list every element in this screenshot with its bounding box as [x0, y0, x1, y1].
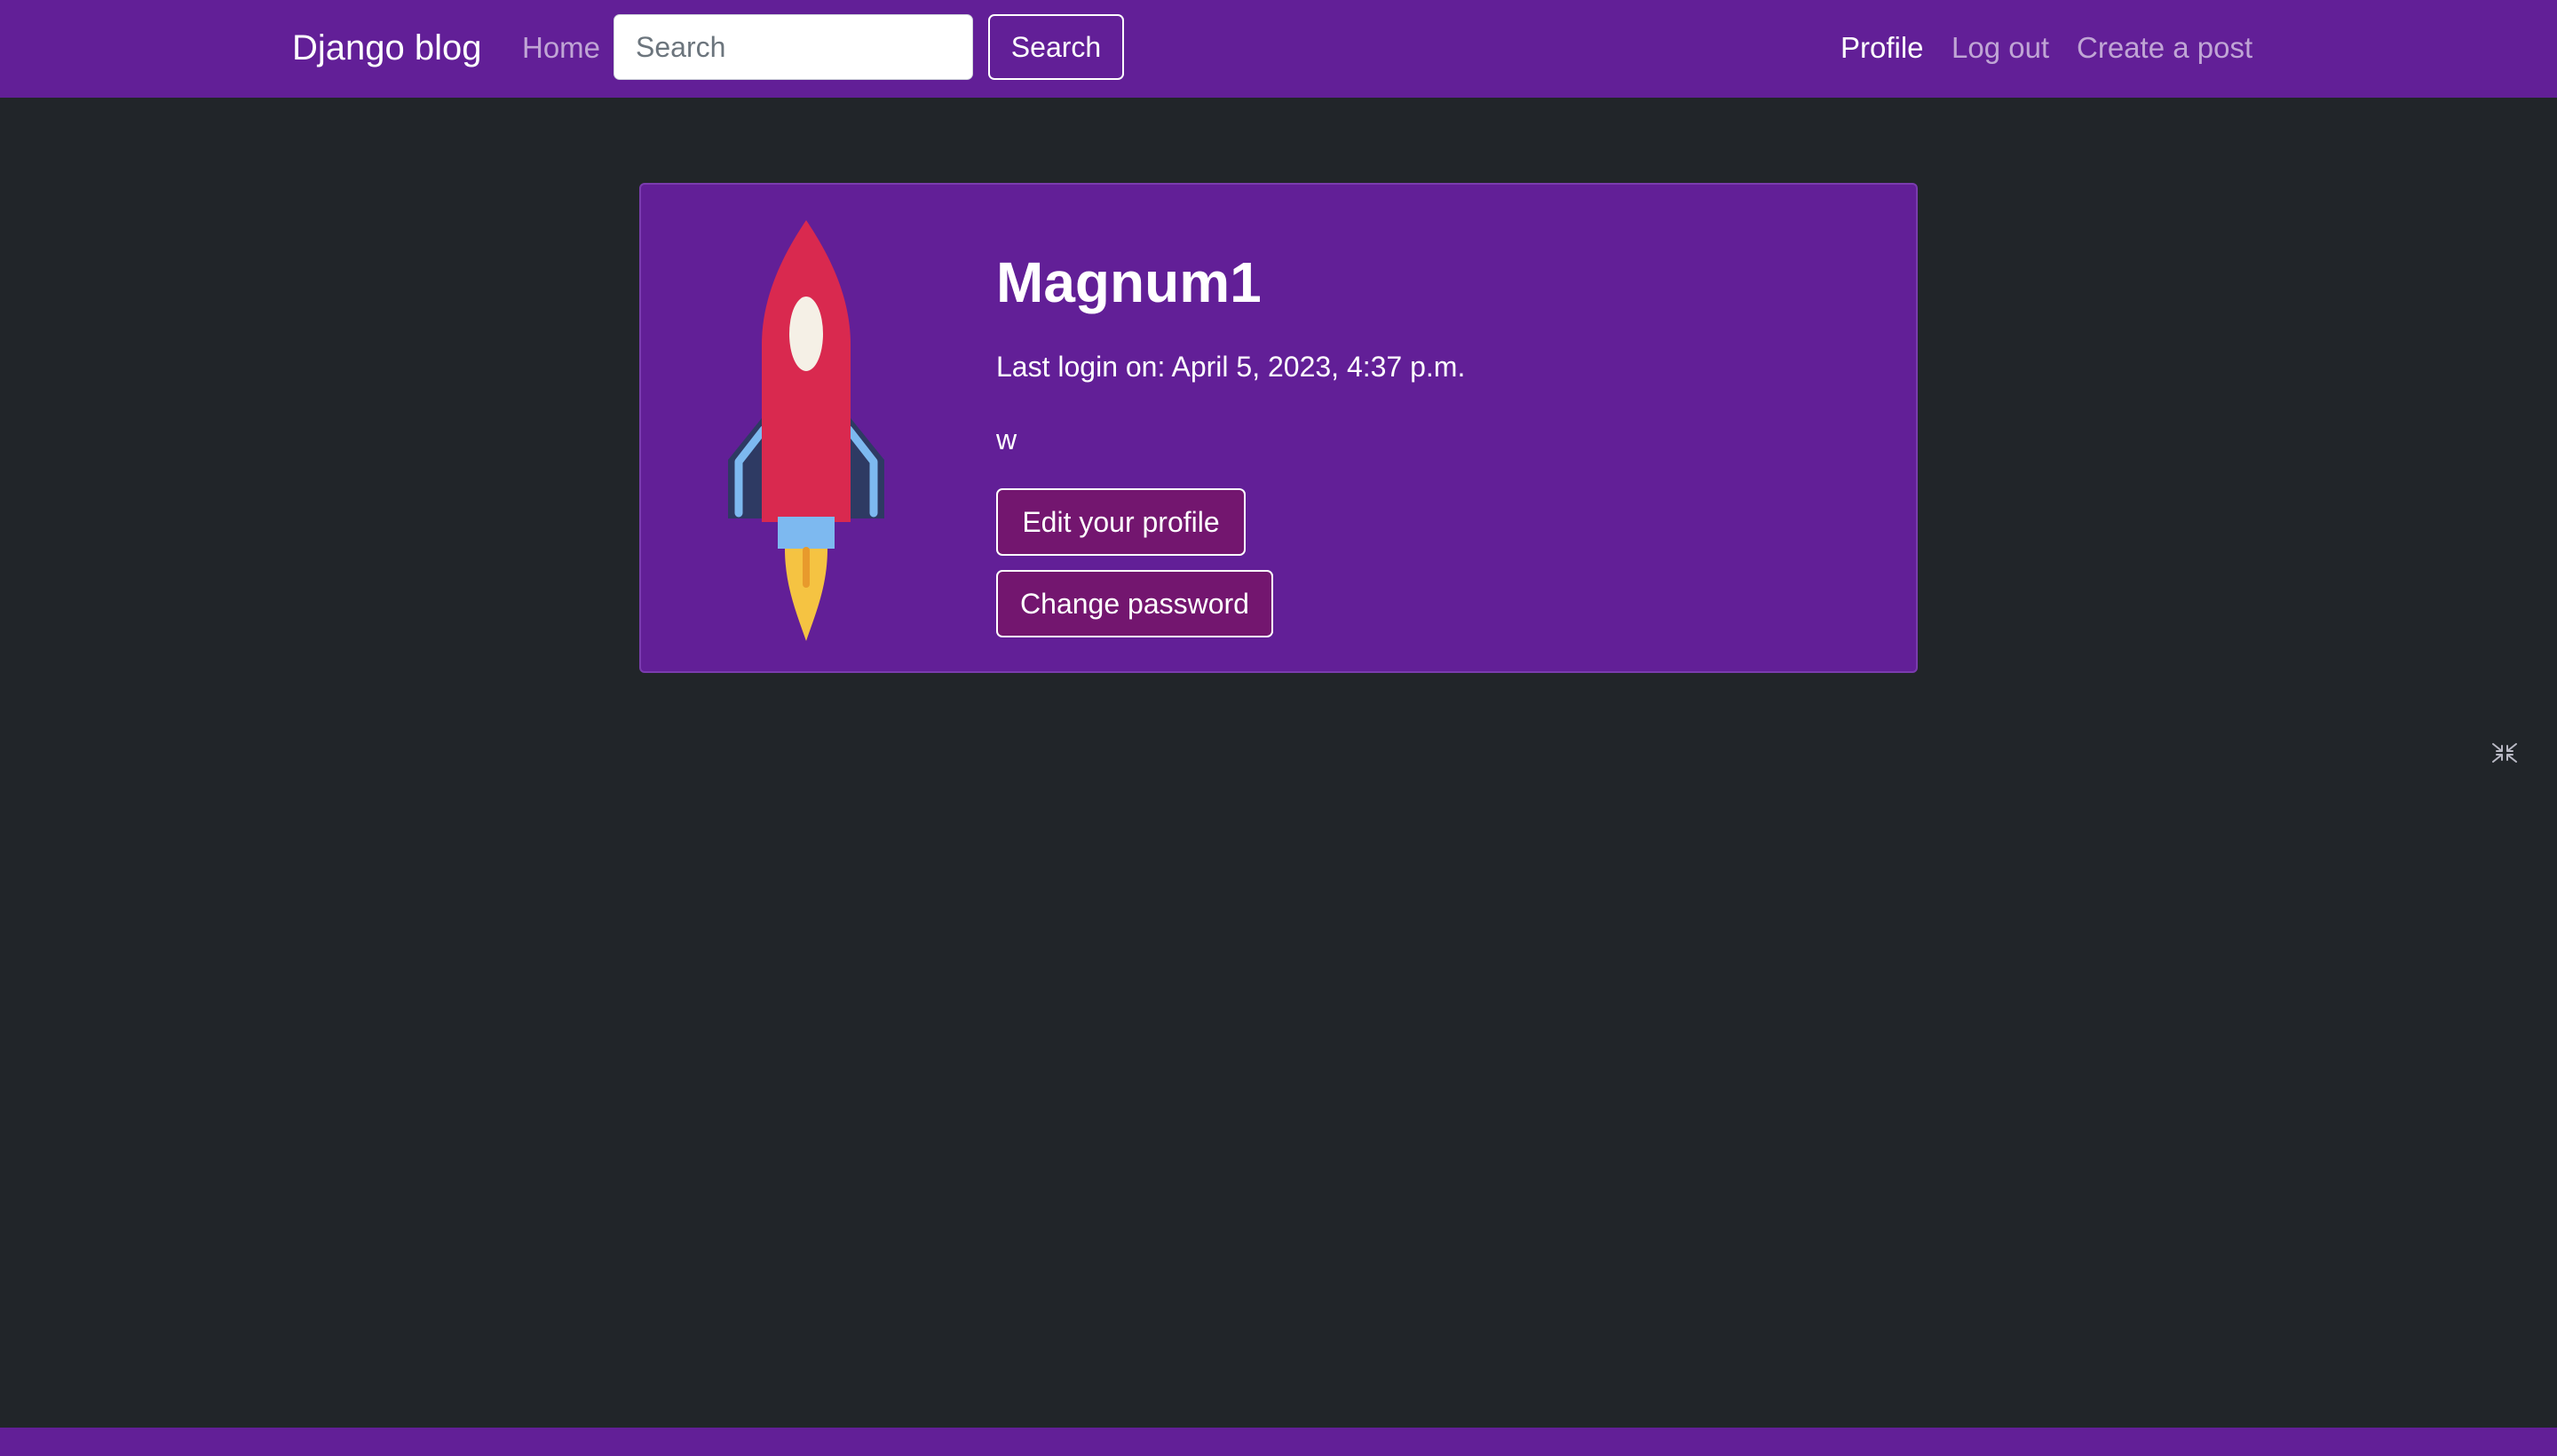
nav-logout-link[interactable]: Log out: [1951, 28, 2049, 67]
nav-create-post-link[interactable]: Create a post: [2077, 28, 2252, 67]
collapse-arrows-icon[interactable]: [2491, 742, 2518, 764]
search-input[interactable]: [614, 14, 973, 80]
edit-profile-button[interactable]: Edit your profile: [996, 488, 1246, 556]
profile-card: Magnum1 Last login on: April 5, 2023, 4:…: [639, 183, 1918, 673]
footer-bar: [0, 1428, 2557, 1456]
nav-home-link[interactable]: Home: [522, 28, 600, 67]
search-button[interactable]: Search: [988, 14, 1124, 80]
profile-bio: w: [996, 423, 1017, 455]
rocket-icon: [728, 220, 884, 641]
brand-link[interactable]: Django blog: [292, 25, 482, 71]
profile-username: Magnum1: [996, 250, 1262, 314]
nav-profile-link[interactable]: Profile: [1841, 28, 1924, 67]
last-login-text: Last login on: April 5, 2023, 4:37 p.m.: [996, 351, 1466, 383]
change-password-button[interactable]: Change password: [996, 570, 1273, 637]
top-navbar: Django blog Home Search Profile Log out …: [0, 0, 2557, 98]
